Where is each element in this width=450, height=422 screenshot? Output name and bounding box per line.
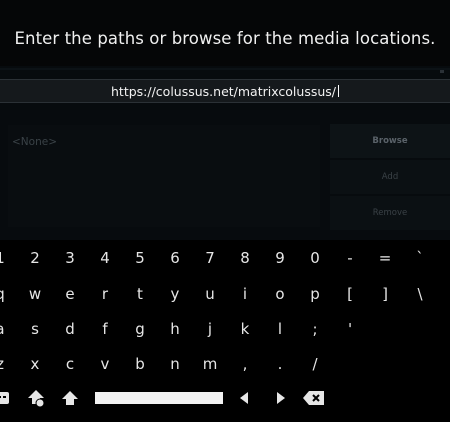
key-r[interactable]: r: [90, 279, 120, 309]
key-comma[interactable]: ,: [230, 349, 260, 379]
key-u[interactable]: u: [195, 279, 225, 309]
dialog-header: Enter the paths or browse for the media …: [0, 0, 450, 68]
key-p[interactable]: p: [300, 279, 330, 309]
key-t[interactable]: t: [125, 279, 155, 309]
caps-up-icon[interactable]: [56, 387, 84, 409]
right-arrow-icon[interactable]: [267, 387, 295, 409]
key-6[interactable]: 6: [160, 243, 190, 273]
key-g[interactable]: g: [125, 314, 155, 344]
key-1[interactable]: 1: [0, 243, 15, 273]
key-w[interactable]: w: [20, 279, 50, 309]
key-equals[interactable]: =: [370, 243, 400, 273]
key-h[interactable]: h: [160, 314, 190, 344]
key-9[interactable]: 9: [265, 243, 295, 273]
key-right-bracket[interactable]: ]: [370, 279, 400, 309]
key-e[interactable]: e: [55, 279, 85, 309]
key-minus[interactable]: -: [335, 243, 365, 273]
key-b[interactable]: b: [125, 349, 155, 379]
shift-icon[interactable]: [0, 387, 18, 409]
key-x[interactable]: x: [20, 349, 50, 379]
key-0[interactable]: 0: [300, 243, 330, 273]
key-m[interactable]: m: [195, 349, 225, 379]
divider: [0, 68, 450, 70]
key-8[interactable]: 8: [230, 243, 260, 273]
space-bar[interactable]: [95, 392, 223, 404]
key-j[interactable]: j: [195, 314, 225, 344]
key-slash[interactable]: /: [300, 349, 330, 379]
add-button[interactable]: Add: [330, 160, 450, 194]
backspace-icon[interactable]: [300, 387, 328, 409]
key-i[interactable]: i: [230, 279, 260, 309]
path-input[interactable]: https://colussus.net/matrixcolussus/: [0, 79, 450, 103]
key-backslash[interactable]: \: [405, 279, 435, 309]
on-screen-keyboard: 1 2 3 4 5 6 7 8 9 0 - = ` q w e r t y u …: [0, 240, 450, 422]
key-semicolon[interactable]: ;: [300, 314, 330, 344]
key-a[interactable]: a: [0, 314, 15, 344]
key-f[interactable]: f: [90, 314, 120, 344]
key-v[interactable]: v: [90, 349, 120, 379]
key-period[interactable]: .: [265, 349, 295, 379]
text-cursor: [338, 85, 339, 97]
path-list: <None>: [8, 125, 320, 227]
key-q[interactable]: q: [0, 279, 15, 309]
key-2[interactable]: 2: [20, 243, 50, 273]
key-z[interactable]: z: [0, 349, 15, 379]
key-o[interactable]: o: [265, 279, 295, 309]
key-d[interactable]: d: [55, 314, 85, 344]
left-arrow-icon[interactable]: [230, 387, 258, 409]
key-apostrophe[interactable]: ': [335, 314, 365, 344]
key-k[interactable]: k: [230, 314, 260, 344]
key-c[interactable]: c: [55, 349, 85, 379]
key-7[interactable]: 7: [195, 243, 225, 273]
list-item[interactable]: <None>: [12, 136, 57, 148]
browse-button[interactable]: Browse: [330, 124, 450, 158]
path-input-value: https://colussus.net/matrixcolussus/: [111, 84, 336, 99]
key-left-bracket[interactable]: [: [335, 279, 365, 309]
key-n[interactable]: n: [160, 349, 190, 379]
symbols-shift-icon[interactable]: [22, 387, 50, 409]
key-backtick[interactable]: `: [405, 243, 435, 273]
key-5[interactable]: 5: [125, 243, 155, 273]
key-y[interactable]: y: [160, 279, 190, 309]
remove-button[interactable]: Remove: [330, 196, 450, 230]
key-s[interactable]: s: [20, 314, 50, 344]
key-l[interactable]: l: [265, 314, 295, 344]
scroll-indicator: [440, 70, 444, 73]
dialog-heading: Enter the paths or browse for the media …: [14, 29, 436, 48]
key-3[interactable]: 3: [55, 243, 85, 273]
key-4[interactable]: 4: [90, 243, 120, 273]
